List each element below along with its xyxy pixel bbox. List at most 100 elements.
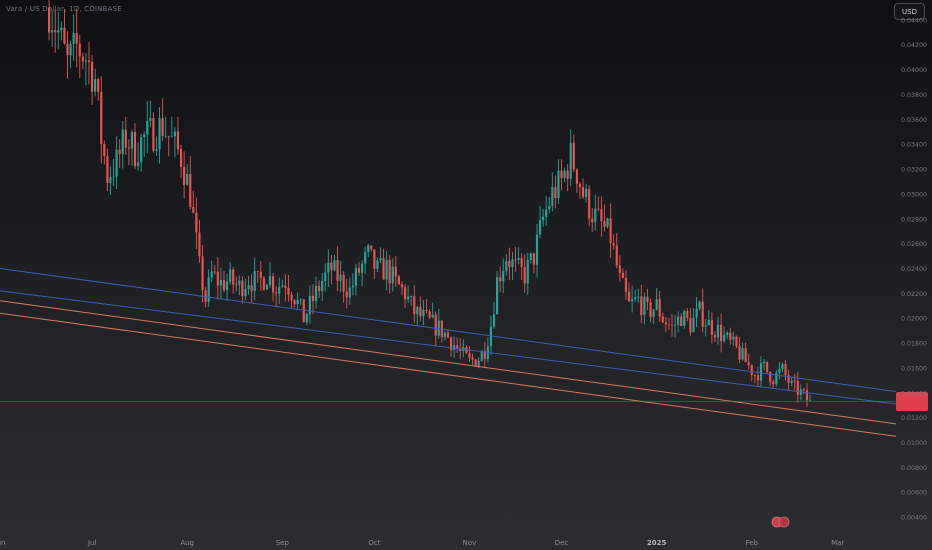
candle-body: [210, 271, 213, 278]
candle-body: [535, 234, 539, 265]
y-tick-label: 0.03400: [901, 142, 927, 149]
candle-body: [790, 380, 793, 383]
candle-body: [578, 183, 582, 188]
candle-body: [766, 361, 769, 372]
candle-body: [667, 324, 671, 326]
x-tick-label: Mar: [831, 539, 844, 547]
candle-body: [606, 218, 609, 227]
candle-body: [597, 208, 600, 210]
candle-body: [425, 310, 428, 312]
candle-body: [143, 134, 146, 138]
candle-body: [94, 79, 97, 92]
candle-body: [477, 360, 480, 367]
candle-body: [410, 296, 413, 298]
candle-body: [201, 256, 204, 291]
candle-body: [330, 262, 333, 271]
candle-body: [256, 271, 259, 272]
candle-body: [367, 245, 370, 253]
candle-body: [769, 371, 772, 382]
candle-body: [796, 381, 799, 395]
candle-body: [403, 287, 407, 300]
candle-body: [431, 314, 434, 318]
candle-body: [437, 320, 440, 336]
candle-body: [732, 336, 735, 340]
y-tick-label: 0.04200: [901, 42, 927, 49]
x-tick-label: Dec: [555, 539, 569, 547]
candle-body: [738, 346, 741, 360]
candle-body: [357, 267, 361, 273]
candle-body: [514, 259, 517, 261]
candle-body: [60, 27, 63, 31]
x-tick-label: Nov: [463, 539, 477, 547]
candle-body: [170, 136, 173, 138]
y-tick-label: 0.03600: [901, 117, 927, 124]
candle-body: [72, 33, 75, 44]
candle-body: [314, 285, 318, 302]
candle-body: [225, 281, 229, 291]
candle-body: [305, 313, 308, 323]
candle-body: [496, 277, 499, 315]
candle-body: [585, 188, 588, 198]
candle-body: [759, 363, 763, 381]
candle-body: [394, 266, 397, 277]
candle-body: [115, 149, 118, 177]
candle-body: [778, 369, 781, 373]
candle-body: [207, 277, 210, 303]
candle-body: [713, 334, 717, 338]
candle-body: [189, 174, 192, 207]
x-tick-label: Feb: [746, 539, 759, 547]
price-chart[interactable]: 0.04400 0.04200 0.04000 0.03800 0.03600 0.034…: [0, 0, 932, 550]
candle-body: [90, 62, 94, 92]
y-tick-label: 0.02400: [901, 266, 927, 273]
candle-body: [284, 285, 287, 288]
candle-body: [130, 131, 134, 149]
candle-body: [351, 285, 354, 288]
candle-body: [299, 299, 302, 301]
candle-body: [443, 332, 447, 338]
candle-body: [379, 258, 382, 261]
candle-body: [213, 271, 216, 273]
candle-body: [723, 334, 726, 342]
x-tick-label: Sep: [276, 539, 290, 547]
candle-body: [250, 285, 253, 292]
candle-body: [109, 177, 112, 183]
candle-body: [566, 170, 569, 179]
candle-body: [232, 269, 235, 285]
candle-body: [643, 296, 646, 316]
candle-body: [474, 359, 477, 367]
candle-body: [756, 375, 759, 381]
candle-body: [179, 149, 183, 167]
candle-body: [69, 43, 72, 56]
candle-body: [400, 284, 404, 288]
candle-body: [554, 187, 557, 199]
candle-body: [186, 174, 189, 186]
candle-body: [618, 265, 621, 273]
candle-body: [781, 363, 784, 370]
candle-body: [468, 353, 471, 358]
candle-body: [446, 332, 450, 338]
candle-body: [290, 294, 293, 301]
candle-body: [793, 380, 796, 382]
candle-body: [259, 271, 262, 278]
y-tick-label: 0.04400: [901, 17, 927, 24]
candle-body: [140, 137, 143, 163]
candle-body: [78, 43, 81, 57]
candle-body: [376, 260, 379, 269]
candle-body: [575, 169, 578, 184]
candle-body: [689, 317, 692, 333]
candle-body: [407, 296, 410, 300]
candle-body: [262, 277, 265, 290]
candle-body: [600, 209, 603, 222]
candle-body: [296, 299, 299, 304]
candle-body: [673, 324, 677, 326]
channel-line-orange: [0, 300, 897, 425]
candle-body: [701, 301, 704, 327]
candle-body: [278, 287, 281, 294]
candle-body: [741, 348, 744, 360]
candle-body: [127, 147, 130, 149]
candle-body: [106, 156, 109, 183]
candle-body: [572, 142, 575, 170]
candle-body: [339, 274, 342, 281]
candle-body: [361, 263, 364, 273]
candle-body: [428, 311, 431, 318]
